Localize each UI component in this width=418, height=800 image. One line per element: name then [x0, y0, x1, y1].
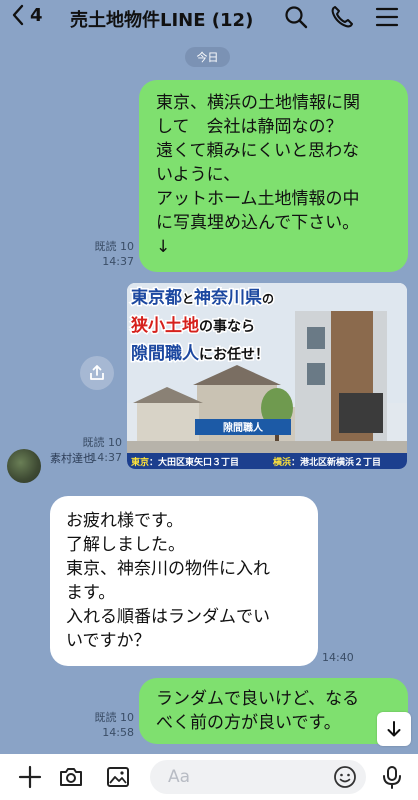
- back-button[interactable]: 4: [10, 3, 43, 27]
- microphone-icon[interactable]: [379, 764, 405, 790]
- chat-header: 4 売土地物件LINE (12): [0, 0, 418, 36]
- banner-text-1a: 東京都: [131, 287, 182, 308]
- banner-text-1d: の: [262, 292, 274, 306]
- sign-text: 隙間職人: [223, 421, 264, 434]
- phone-icon[interactable]: [329, 4, 355, 30]
- unread-count: 4: [30, 4, 43, 26]
- emoji-icon[interactable]: [333, 765, 357, 789]
- sender-name: 素村達也: [50, 452, 94, 465]
- camera-icon[interactable]: [58, 764, 84, 790]
- message-time: 14:37: [102, 255, 134, 268]
- footer-left-text: ：大田区東矢口３丁目: [149, 456, 239, 468]
- chat-title: 売土地物件LINE (12): [70, 10, 254, 31]
- chevron-left-icon: [12, 4, 24, 26]
- plus-icon[interactable]: [17, 764, 43, 790]
- message-meta: 既読 10 14:58: [80, 710, 135, 740]
- message-time: 14:40: [322, 651, 354, 664]
- date-separator: 今日: [185, 47, 230, 67]
- svg-text:東京：大田区東矢口３丁目: 東京：大田区東矢口３丁目: [131, 456, 239, 468]
- my-message-bubble[interactable]: 東京、横浜の土地情報に関 して 会社は静岡なの？ 遠くて頼みにくいと思わな いよ…: [139, 80, 408, 272]
- message-input-bar: [0, 754, 418, 800]
- footer-left-tag: 東京: [131, 456, 149, 468]
- message-meta: 既読 10 14:37: [80, 239, 135, 269]
- svg-text:横浜：港北区新横浜２丁目: 横浜：港北区新横浜２丁目: [273, 456, 381, 468]
- banner-text-3a: 隙間職人: [131, 343, 200, 364]
- read-receipt: 既読 10: [94, 240, 135, 253]
- svg-text:東京都と神奈川県の: 東京都と神奈川県の: [131, 287, 274, 308]
- svg-text:狭小土地の事なら: 狭小土地の事なら: [130, 315, 255, 336]
- image-icon[interactable]: [105, 764, 131, 790]
- read-receipt: 既読 10: [94, 711, 135, 724]
- banner-text-1b: と: [182, 292, 194, 306]
- message-time: 14:58: [102, 726, 134, 739]
- banner-text-2b: の事なら: [199, 318, 255, 335]
- promo-banner-image: 隙間職人 東京都と神奈川県の 狭小土地の事なら 隙間職人にお任せ！ 東京：大田区…: [127, 283, 407, 469]
- svg-text:隙間職人にお任せ！: 隙間職人にお任せ！: [131, 343, 269, 364]
- share-button[interactable]: [80, 356, 114, 390]
- banner-text-2a: 狭小土地: [130, 315, 199, 336]
- banner-text-3b: にお任せ！: [199, 346, 269, 363]
- search-icon[interactable]: [283, 4, 309, 30]
- share-icon: [90, 365, 104, 380]
- avatar[interactable]: [7, 449, 41, 483]
- their-message-bubble[interactable]: お疲れ様です。 了解しました。 東京、神奈川の物件に入れ ます。 入れる順番はラ…: [50, 496, 318, 666]
- image-message[interactable]: 隙間職人 東京都と神奈川県の 狭小土地の事なら 隙間職人にお任せ！ 東京：大田区…: [127, 283, 407, 469]
- my-message-bubble[interactable]: ランダムで良いけど、なる べく前の方が良いです。: [139, 678, 408, 744]
- footer-right-text: ：港北区新横浜２丁目: [291, 456, 381, 468]
- read-receipt: 既読 10: [82, 436, 123, 449]
- scroll-to-bottom-button[interactable]: [377, 712, 411, 746]
- menu-icon[interactable]: [374, 4, 400, 30]
- banner-text-1c: 神奈川県: [194, 287, 262, 308]
- arrow-down-icon: [387, 721, 401, 737]
- footer-right-tag: 横浜: [273, 456, 291, 468]
